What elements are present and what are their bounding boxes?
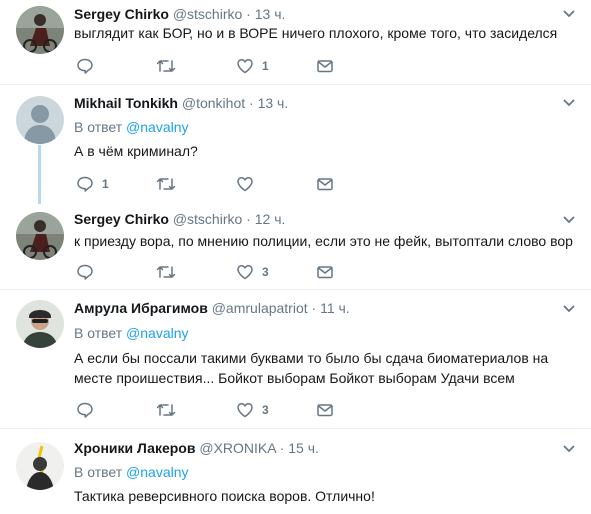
reply-prefix: В ответ: [74, 119, 123, 135]
reply-context: В ответ @navalny: [74, 324, 189, 342]
heart-icon: [237, 177, 253, 192]
reply-mention-link[interactable]: @navalny: [126, 119, 188, 135]
chevron-down-icon[interactable]: [563, 305, 575, 313]
reply-icon: [77, 264, 93, 280]
message-button[interactable]: [316, 174, 334, 194]
reply-icon: [77, 58, 93, 74]
timestamp[interactable]: 11 ч.: [320, 300, 350, 316]
chevron-down-icon[interactable]: [563, 445, 575, 453]
chevron-down-icon[interactable]: [563, 99, 575, 107]
envelope-icon: [317, 178, 333, 191]
retweet-button[interactable]: [156, 56, 184, 76]
tweet-header: Sergey Chirko @stschirko · 12 ч.: [74, 210, 285, 228]
like-button[interactable]: 1: [236, 56, 269, 76]
tweet[interactable]: Mikhail Tonkikh @tonkihot · 13 ч. В отве…: [0, 85, 591, 205]
envelope-icon: [317, 266, 333, 279]
message-button[interactable]: [316, 262, 334, 282]
tweet-text: А в чём криминал?: [74, 143, 198, 159]
timestamp[interactable]: 13 ч.: [255, 6, 286, 22]
timestamp[interactable]: 13 ч.: [258, 95, 289, 111]
like-button[interactable]: 3: [236, 262, 269, 282]
separator-dot: ·: [246, 211, 251, 227]
chevron-down-icon[interactable]: [563, 10, 575, 18]
like-button[interactable]: [236, 174, 262, 194]
tweet[interactable]: Sergey Chirko @stschirko · 13 ч. выгляди…: [0, 0, 591, 85]
avatar[interactable]: [16, 96, 64, 144]
separator-dot: ·: [249, 95, 254, 111]
timestamp[interactable]: 12 ч.: [255, 211, 286, 227]
reply-button[interactable]: 1: [76, 174, 109, 194]
retweet-icon: [156, 404, 176, 416]
timestamp[interactable]: 15 ч.: [288, 440, 319, 456]
thread-line: [38, 145, 41, 205]
message-button[interactable]: [316, 56, 334, 76]
reply-button[interactable]: [76, 400, 102, 420]
separator-dot: ·: [311, 300, 317, 316]
envelope-icon: [317, 60, 333, 73]
chevron-down-icon[interactable]: [563, 216, 575, 224]
tweet-text: к приезду вора, по мнению полиции, если …: [74, 233, 573, 249]
tweet-text: А если бы поссали такими буквами то было…: [74, 350, 549, 386]
separator-dot: ·: [246, 6, 251, 22]
retweet-icon: [156, 60, 176, 72]
separator-dot: ·: [279, 440, 285, 456]
envelope-icon: [317, 404, 333, 417]
tweet-header: Амрула Ибрагимов @amrulapatriot · 11 ч.: [74, 299, 350, 317]
reply-context: В ответ @navalny: [74, 463, 189, 481]
avatar[interactable]: [16, 6, 64, 54]
retweet-button[interactable]: [156, 174, 184, 194]
tweet[interactable]: Амрула Ибрагимов @amrulapatriot · 11 ч. …: [0, 290, 591, 429]
tweet-text: выглядит как БОР, но и в ВОРЕ ничего пло…: [74, 25, 558, 41]
reply-icon: [77, 402, 93, 418]
reply-prefix: В ответ: [74, 325, 123, 341]
reply-icon: [77, 176, 93, 192]
user-name[interactable]: Sergey Chirko: [74, 6, 169, 22]
reply-mention-link[interactable]: @navalny: [126, 464, 188, 480]
user-name[interactable]: Хроники Лакеров: [74, 440, 195, 456]
reply-button[interactable]: [76, 56, 102, 76]
retweet-button[interactable]: [156, 400, 184, 420]
heart-icon: [237, 403, 253, 418]
reply-prefix: В ответ: [74, 464, 123, 480]
avatar[interactable]: [16, 442, 64, 490]
reply-button[interactable]: [76, 262, 102, 282]
user-handle[interactable]: @amrulapatriot: [212, 300, 308, 316]
reply-context: В ответ @navalny: [74, 118, 189, 136]
like-count: 1: [262, 59, 269, 73]
like-count: 3: [262, 403, 269, 417]
tweet[interactable]: Хроники Лакеров @XRONIKA · 15 ч. В ответ…: [0, 429, 591, 514]
user-handle[interactable]: @XRONIKA: [199, 440, 275, 456]
heart-icon: [237, 265, 253, 280]
message-button[interactable]: [316, 400, 334, 420]
tweet-actions: 1: [74, 174, 404, 194]
like-count: 3: [262, 265, 269, 279]
reply-count: 1: [102, 177, 109, 191]
tweet-header: Mikhail Tonkikh @tonkihot · 13 ч.: [74, 94, 288, 112]
user-name[interactable]: Амрула Ибрагимов: [74, 300, 208, 316]
tweet-actions: 1: [74, 56, 404, 76]
avatar[interactable]: [16, 300, 64, 348]
tweet-actions: 3: [74, 400, 404, 420]
tweet-header: Хроники Лакеров @XRONIKA · 15 ч.: [74, 439, 319, 457]
retweet-button[interactable]: [156, 262, 184, 282]
user-handle[interactable]: @stschirko: [173, 211, 242, 227]
tweet-actions: 3: [74, 262, 404, 282]
avatar[interactable]: [16, 212, 64, 260]
retweet-icon: [156, 178, 176, 190]
heart-icon: [237, 59, 253, 74]
tweet[interactable]: Sergey Chirko @stschirko · 12 ч. к приез…: [0, 204, 591, 290]
retweet-icon: [156, 266, 176, 278]
user-handle[interactable]: @tonkihot: [182, 95, 245, 111]
user-name[interactable]: Mikhail Tonkikh: [74, 95, 178, 111]
tweet-text: Тактика реверсивного поиска воров. Отлич…: [74, 488, 375, 504]
reply-mention-link[interactable]: @navalny: [126, 325, 188, 341]
like-button[interactable]: 3: [236, 400, 269, 420]
tweet-header: Sergey Chirko @stschirko · 13 ч.: [74, 5, 285, 23]
user-handle[interactable]: @stschirko: [173, 6, 242, 22]
user-name[interactable]: Sergey Chirko: [74, 211, 169, 227]
